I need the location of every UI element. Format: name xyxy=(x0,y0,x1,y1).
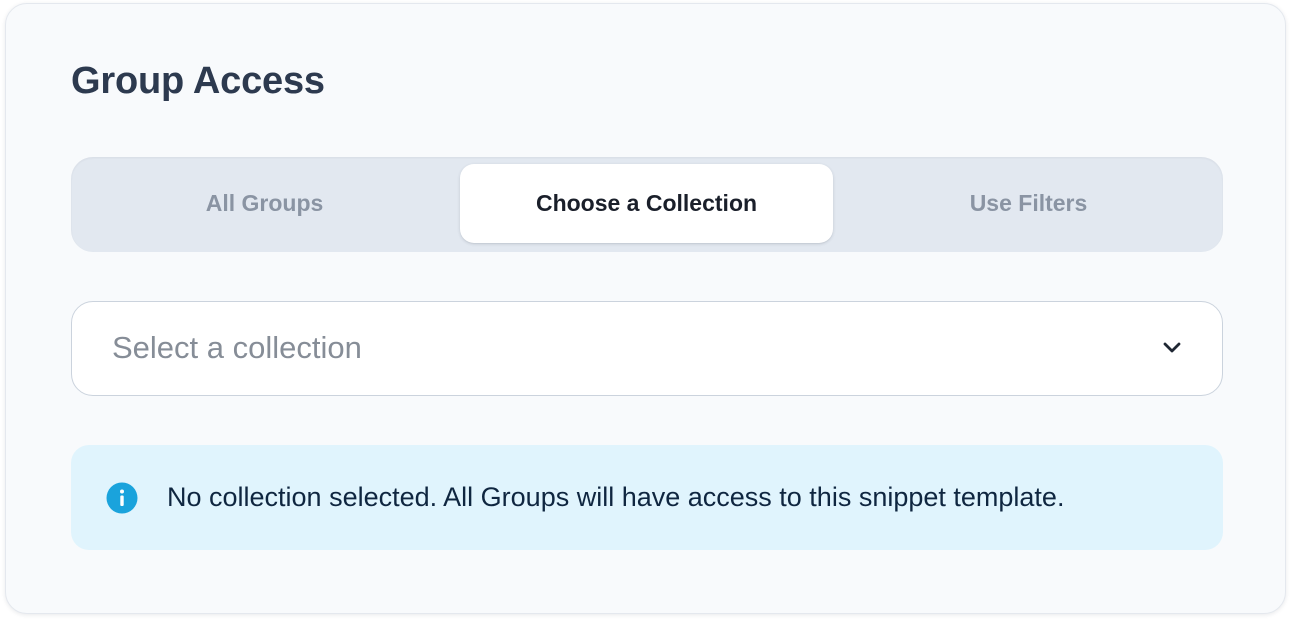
chevron-down-icon[interactable] xyxy=(1160,336,1184,360)
panel-title: Group Access xyxy=(71,60,325,102)
group-access-card: Group Access All Groups Choose a Collect… xyxy=(5,3,1286,614)
access-mode-tabs: All Groups Choose a Collection Use Filte… xyxy=(71,157,1223,252)
info-banner-message: No collection selected. All Groups will … xyxy=(167,482,1065,512)
collection-select[interactable]: Select a collection xyxy=(71,301,1223,396)
tab-use-filters[interactable]: Use Filters xyxy=(843,164,1214,243)
info-banner: No collection selected. All Groups will … xyxy=(71,445,1223,550)
tab-choose-a-collection[interactable]: Choose a Collection xyxy=(460,164,833,243)
info-icon xyxy=(106,482,138,514)
tab-all-groups[interactable]: All Groups xyxy=(79,164,450,243)
collection-select-placeholder: Select a collection xyxy=(112,330,362,365)
